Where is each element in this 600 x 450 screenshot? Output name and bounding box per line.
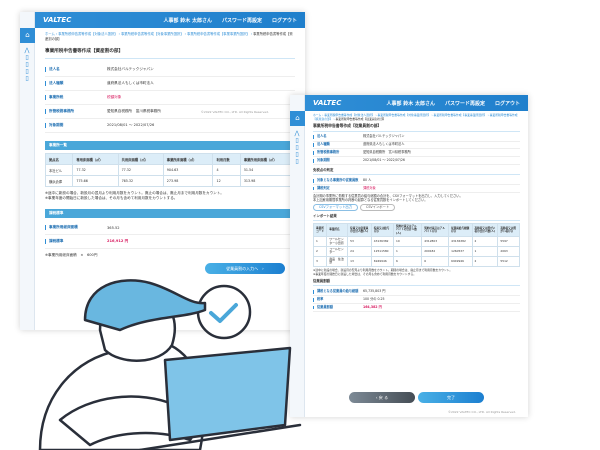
person-illustration	[38, 279, 302, 450]
laptop-icon	[163, 346, 292, 442]
cap-icon	[83, 279, 207, 332]
speech-bubble-icon	[196, 284, 252, 340]
